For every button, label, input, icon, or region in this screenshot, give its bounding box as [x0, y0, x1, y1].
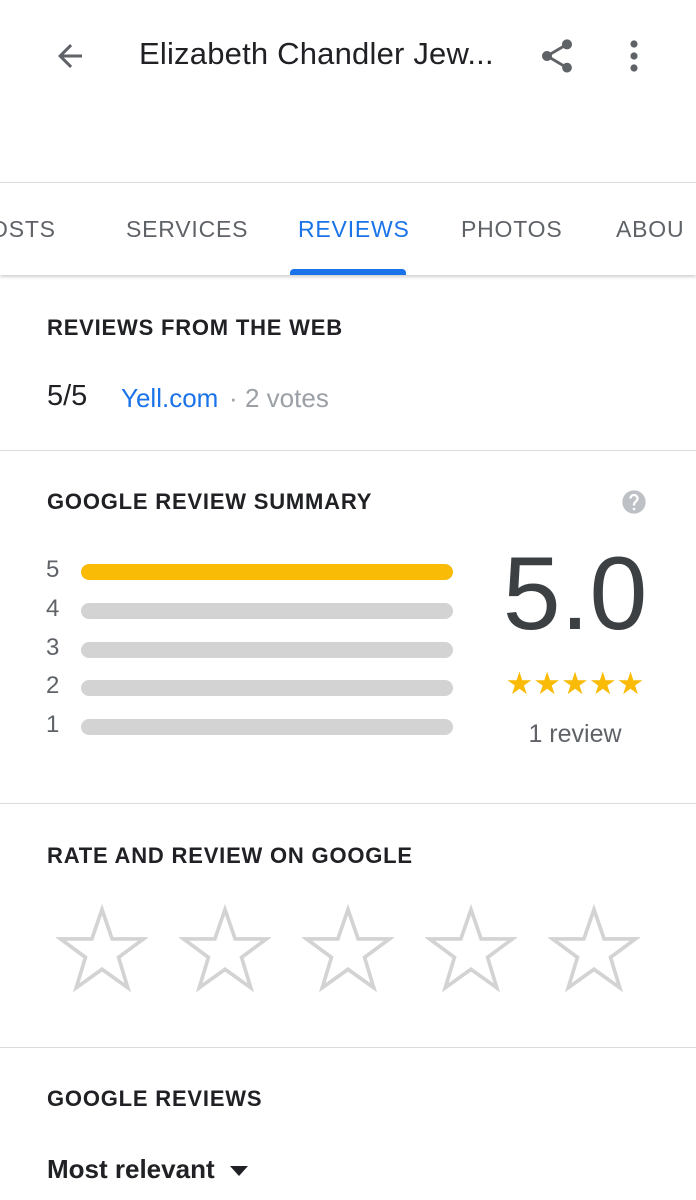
rate-star-1-icon[interactable] — [55, 903, 149, 996]
rate-star-3-icon[interactable] — [301, 903, 395, 996]
tab-reviews[interactable]: REVIEWS — [298, 183, 410, 275]
help-icon[interactable] — [620, 488, 648, 516]
divider — [0, 1047, 696, 1048]
app-bar: Elizabeth Chandler Jew... — [0, 0, 696, 112]
back-arrow-icon[interactable] — [46, 34, 94, 78]
rate-star-5-icon[interactable] — [547, 903, 641, 996]
rating-bar-label: 4 — [46, 595, 60, 622]
rate-star-4-icon[interactable] — [424, 903, 518, 996]
more-options-icon[interactable] — [612, 32, 656, 80]
tab-photos[interactable]: PHOTOS — [461, 183, 563, 275]
sort-dropdown[interactable]: Most relevant — [47, 1154, 215, 1185]
rating-bar-track — [81, 564, 453, 580]
rating-bar-fill — [81, 564, 453, 580]
rating-bar-label: 1 — [46, 711, 60, 738]
page-title: Elizabeth Chandler Jew... — [139, 36, 494, 71]
rating-bar-1: 1 — [46, 711, 466, 741]
tab-posts[interactable]: OSTS — [0, 183, 56, 275]
share-icon[interactable] — [533, 32, 581, 80]
review-summary-heading: GOOGLE REVIEW SUMMARY — [47, 489, 373, 514]
rating-bar-track — [81, 603, 453, 619]
review-count[interactable]: 1 review — [500, 720, 650, 749]
rating-bar-3: 3 — [46, 634, 466, 664]
rating-bar-track — [81, 680, 453, 696]
web-review-source-link[interactable]: Yell.com — [121, 383, 218, 414]
dropdown-caret-icon[interactable] — [228, 1164, 250, 1178]
separator-dot: · — [229, 383, 238, 413]
rating-bar-label: 5 — [46, 556, 60, 583]
rating-bar-track — [81, 719, 453, 735]
web-reviews-heading: REVIEWS FROM THE WEB — [47, 315, 343, 340]
divider — [0, 803, 696, 804]
rating-bar-2: 2 — [46, 672, 466, 702]
tab-services[interactable]: SERVICES — [126, 183, 248, 275]
web-review-votes: 2 votes — [245, 383, 329, 413]
google-reviews-heading: GOOGLE REVIEWS — [47, 1086, 263, 1111]
average-rating: 5.0 — [502, 536, 648, 652]
rating-bar-4: 4 — [46, 595, 466, 625]
rating-bar-label: 3 — [46, 634, 60, 661]
rating-bar-label: 2 — [46, 672, 60, 699]
divider — [0, 450, 696, 451]
rating-bar-track — [81, 642, 453, 658]
active-tab-indicator — [290, 269, 406, 275]
tab-bar: OSTS SERVICES REVIEWS PHOTOS ABOU — [0, 182, 696, 275]
rate-star-2-icon[interactable] — [178, 903, 272, 996]
rating-bar-5: 5 — [46, 556, 466, 586]
web-review-score: 5/5 — [47, 380, 88, 412]
rating-stars-icon: ★★★★★ — [505, 666, 645, 701]
tab-about[interactable]: ABOU — [616, 183, 684, 275]
rate-review-heading: RATE AND REVIEW ON GOOGLE — [47, 843, 413, 868]
